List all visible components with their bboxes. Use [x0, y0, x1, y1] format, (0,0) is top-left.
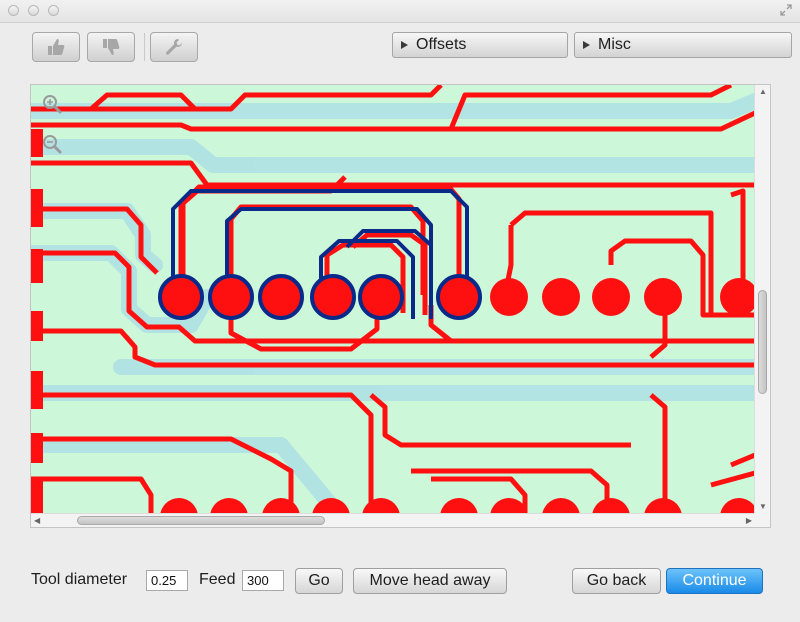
thumbs-down-icon: [103, 39, 120, 55]
minimize-window-button[interactable]: [28, 5, 39, 16]
close-window-button[interactable]: [8, 5, 19, 16]
vertical-scrollbar[interactable]: ▲ ▼: [754, 85, 770, 514]
disclosure-triangle-icon: [583, 41, 590, 49]
horizontal-scroll-thumb[interactable]: [77, 516, 325, 525]
pcb-canvas[interactable]: [31, 85, 755, 514]
pcb-traces: [31, 85, 755, 514]
settings-wrench-button[interactable]: [150, 32, 198, 62]
move-head-away-button[interactable]: Move head away: [353, 568, 507, 594]
feed-label: Feed: [199, 571, 236, 588]
misc-label: Misc: [598, 36, 631, 53]
zoom-window-button[interactable]: [48, 5, 59, 16]
pcb-view-panel: ▲ ▼ ◀ ▶: [30, 84, 771, 528]
scroll-left-arrow-icon[interactable]: ◀: [34, 517, 40, 525]
continue-button[interactable]: Continue: [666, 568, 763, 594]
thumbs-up-icon: [48, 39, 65, 55]
toolbar-separator: [144, 33, 145, 61]
horizontal-scrollbar[interactable]: ◀ ▶: [31, 513, 755, 527]
feed-input[interactable]: [242, 570, 284, 591]
offsets-label: Offsets: [416, 36, 467, 53]
zoom-out-icon[interactable]: [41, 133, 63, 155]
thumbs-up-button[interactable]: [32, 32, 80, 62]
tool-diameter-label: Tool diameter: [31, 571, 128, 588]
zoom-in-icon[interactable]: [41, 93, 63, 115]
wrench-icon: [166, 38, 182, 55]
disclosure-triangle-icon: [401, 41, 408, 49]
vertical-scroll-thumb[interactable]: [758, 290, 767, 394]
thumbs-down-button[interactable]: [87, 32, 135, 62]
scroll-down-arrow-icon[interactable]: ▼: [759, 503, 767, 511]
misc-disclosure-button[interactable]: Misc: [574, 32, 792, 58]
scroll-up-arrow-icon[interactable]: ▲: [759, 88, 767, 96]
go-button[interactable]: Go: [295, 568, 343, 594]
fullscreen-icon[interactable]: [780, 4, 792, 16]
tool-diameter-input[interactable]: [146, 570, 188, 591]
window-titlebar: [0, 0, 800, 23]
go-back-button[interactable]: Go back: [572, 568, 661, 594]
offsets-disclosure-button[interactable]: Offsets: [392, 32, 568, 58]
scroll-right-arrow-icon[interactable]: ▶: [746, 517, 752, 525]
scroll-corner: [754, 513, 770, 527]
